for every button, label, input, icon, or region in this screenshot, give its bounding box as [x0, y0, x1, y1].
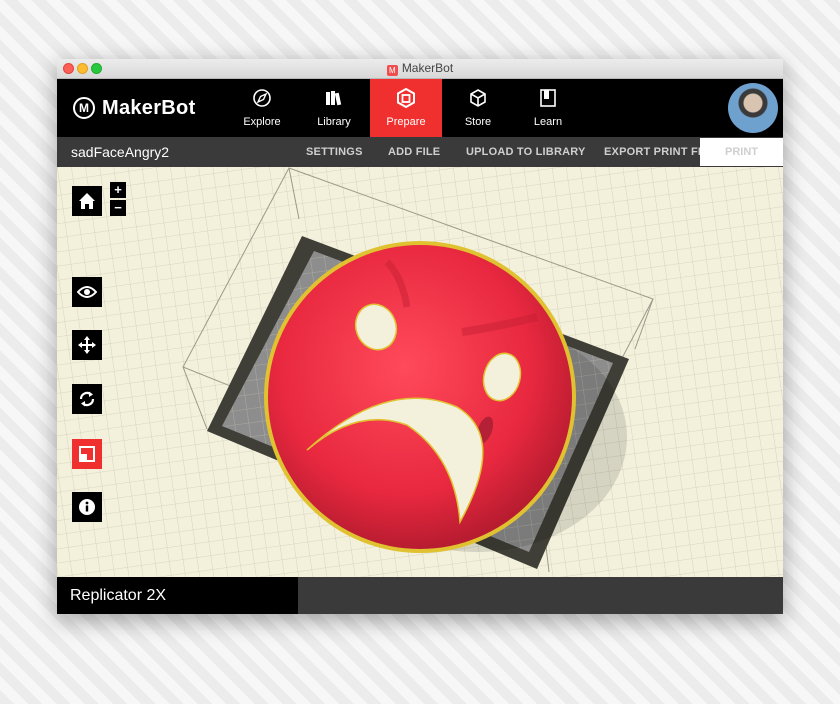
rotate-icon — [79, 391, 95, 407]
info-icon — [79, 499, 95, 515]
scale-button[interactable] — [72, 439, 102, 469]
logo-text: MakerBot — [102, 96, 196, 119]
info-button[interactable] — [72, 492, 102, 522]
settings-button[interactable]: SETTINGS — [306, 146, 363, 158]
add-file-button[interactable]: ADD FILE — [388, 146, 440, 158]
build-plate-scene — [57, 167, 783, 577]
view-button[interactable] — [72, 277, 102, 307]
zoom-in-button[interactable]: + — [110, 182, 126, 198]
file-toolbar: sadFaceAngry2 SETTINGS ADD FILE UPLOAD T… — [57, 137, 783, 167]
status-bar: Replicator 2X — [57, 577, 783, 614]
makerbot-logo[interactable]: M MakerBot — [73, 94, 196, 122]
app-window: M MakerBot M MakerBot Explore Library Pr… — [57, 59, 783, 614]
books-icon — [326, 91, 342, 106]
move-button[interactable] — [72, 330, 102, 360]
print-button[interactable]: PRINT — [700, 138, 783, 166]
nav-prepare[interactable]: Prepare — [370, 79, 442, 137]
home-view-button[interactable] — [72, 186, 102, 216]
window-title-text: MakerBot — [401, 61, 454, 75]
move-icon — [78, 336, 96, 354]
user-avatar[interactable] — [728, 83, 778, 133]
nav-learn[interactable]: Learn — [512, 79, 584, 137]
printer-selector[interactable]: Replicator 2X — [57, 577, 298, 614]
nav-library-label: Library — [317, 116, 351, 128]
book-icon — [540, 89, 556, 107]
nav-prepare-label: Prepare — [386, 116, 426, 128]
nav-learn-label: Learn — [533, 116, 563, 128]
scale-icon — [79, 446, 95, 462]
nav-store[interactable]: Store — [442, 79, 514, 137]
3d-viewport[interactable]: + − — [57, 167, 783, 577]
top-navigation: M MakerBot Explore Library Prepare Store… — [57, 79, 783, 137]
zoom-out-button[interactable]: − — [110, 200, 126, 216]
home-icon — [79, 193, 95, 209]
export-print-file-button[interactable]: EXPORT PRINT FILE — [604, 146, 716, 158]
nav-explore-label: Explore — [243, 116, 281, 128]
logo-mark-icon: M — [73, 97, 95, 119]
nav-store-label: Store — [464, 116, 492, 128]
prepare-box-icon — [397, 88, 415, 108]
cube-icon — [470, 89, 486, 107]
title-bar: M MakerBot — [57, 59, 783, 79]
rotate-button[interactable] — [72, 384, 102, 414]
window-title: M MakerBot — [57, 61, 783, 76]
app-icon: M — [386, 65, 398, 76]
upload-to-library-button[interactable]: UPLOAD TO LIBRARY — [466, 146, 586, 158]
nav-library[interactable]: Library — [298, 79, 370, 137]
eye-icon — [77, 286, 97, 298]
compass-icon — [253, 89, 271, 107]
file-name: sadFaceAngry2 — [71, 144, 170, 160]
nav-explore[interactable]: Explore — [226, 79, 298, 137]
